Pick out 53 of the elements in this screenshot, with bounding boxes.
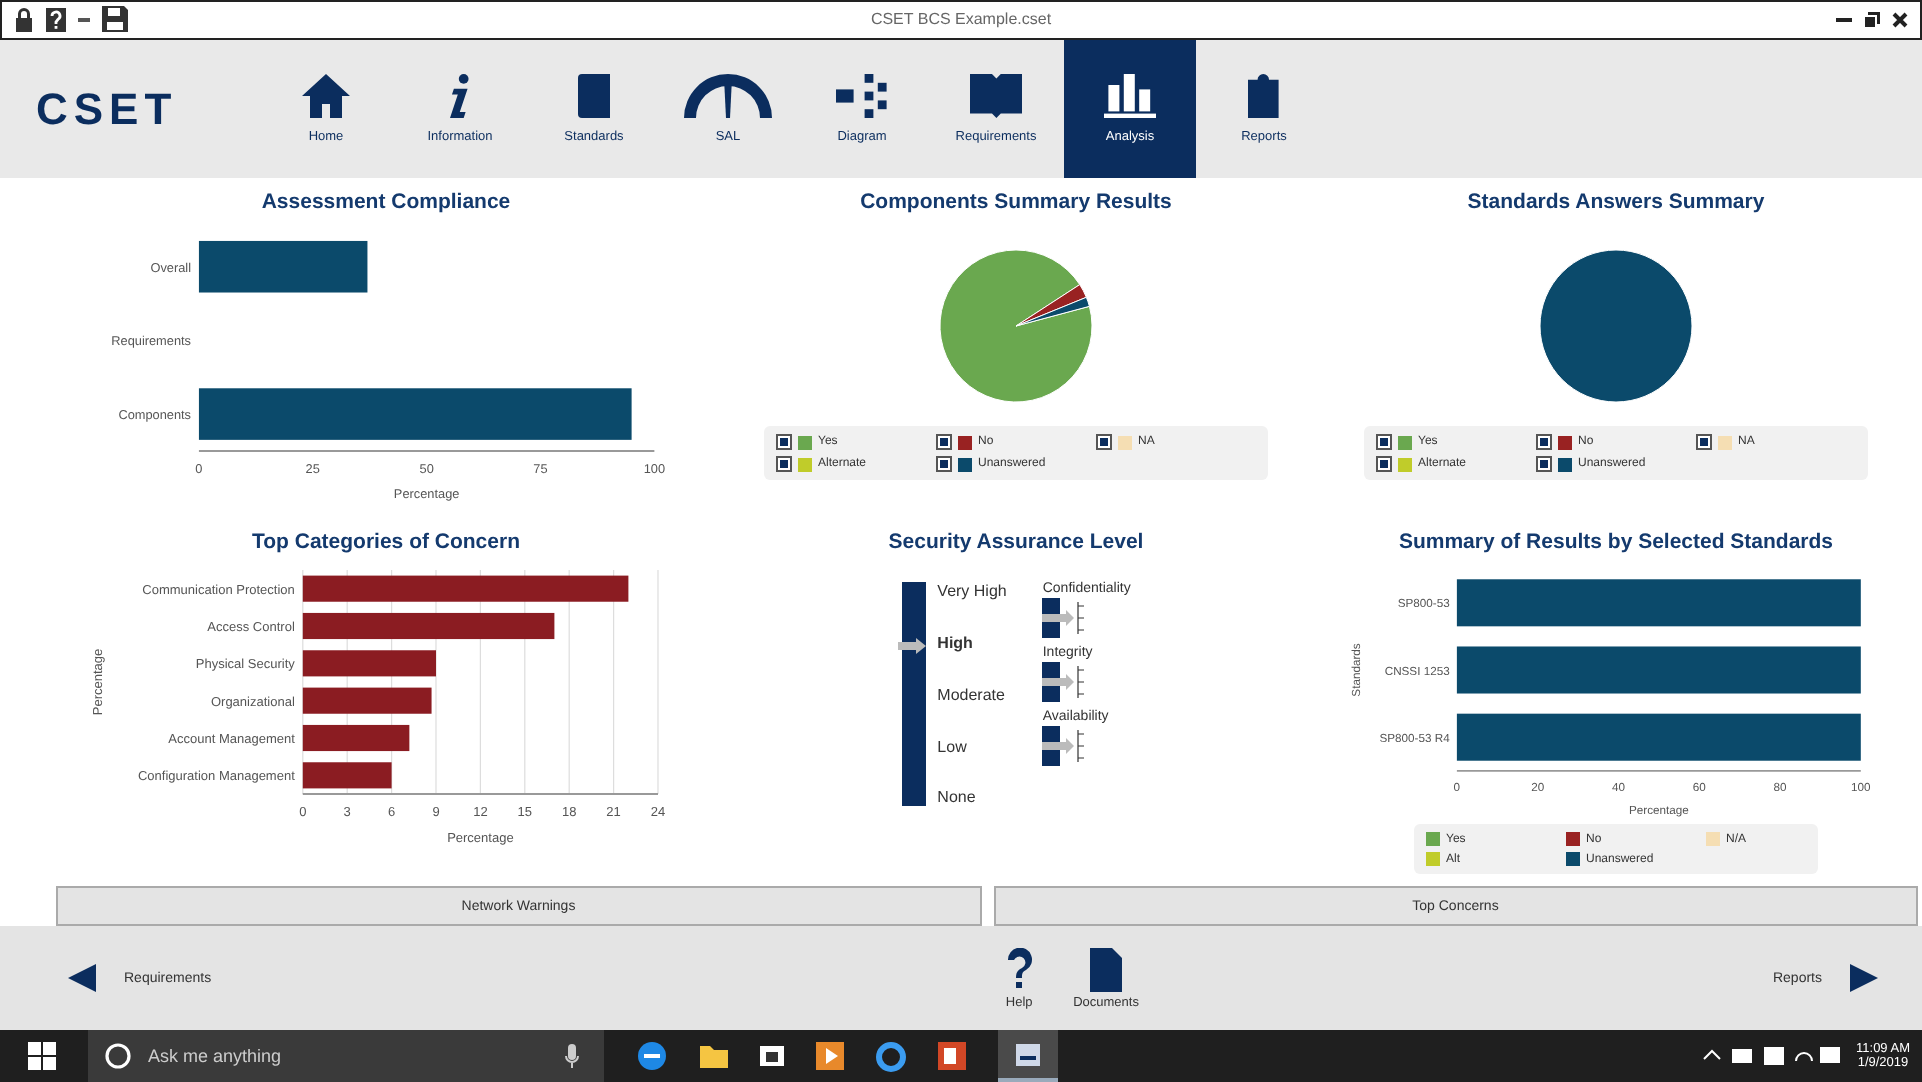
bar-chart-icon <box>1103 74 1157 119</box>
home-icon <box>302 74 350 119</box>
minimize-icon[interactable] <box>1835 17 1852 22</box>
folder-icon[interactable] <box>700 1045 728 1067</box>
search-field[interactable]: Ask me anything <box>88 1030 604 1082</box>
tray-icons-drawing[interactable] <box>1700 1046 1841 1066</box>
app-window-icon <box>1016 1043 1040 1065</box>
chart-title: Security Assurance Level <box>888 530 1144 555</box>
level-label: Very High <box>937 582 1007 601</box>
open-book-icon <box>969 74 1023 119</box>
bar <box>302 725 410 752</box>
chart-title: Summary of Results by Selected Standards <box>1398 530 1834 555</box>
mini-gauge-drawing <box>1042 726 1087 767</box>
level-label: None <box>937 788 976 807</box>
toggle-icon[interactable] <box>1096 434 1112 451</box>
save-icon[interactable] <box>102 6 128 33</box>
bar <box>302 688 432 715</box>
chart-title: Standards Answers Summary <box>1467 190 1765 215</box>
question-icon <box>1005 947 1034 992</box>
info-icon <box>450 74 470 119</box>
start-icon[interactable] <box>28 1042 56 1070</box>
bar <box>302 651 436 678</box>
media-icon[interactable] <box>816 1042 844 1070</box>
window-title: CSET BCS Example.cset <box>870 10 1052 29</box>
taskbar-app[interactable] <box>998 1030 1058 1082</box>
microphone-icon <box>564 1044 580 1068</box>
chart-title: Assessment Compliance <box>261 190 511 215</box>
document-icon <box>1090 947 1123 992</box>
level-label: High <box>937 634 973 653</box>
chart-title: Components Summary Results <box>860 190 1172 215</box>
lock-icon[interactable] <box>14 7 34 32</box>
next-arrow-icon <box>1850 964 1878 993</box>
level-label: Moderate <box>937 685 1005 704</box>
book-icon <box>578 74 610 119</box>
search-icon <box>104 1042 132 1070</box>
mini-gauge-drawing <box>1042 662 1087 703</box>
diagram-icon <box>836 74 888 119</box>
browser-icon[interactable] <box>636 1040 668 1072</box>
app-logo: CSET <box>36 83 180 136</box>
office-icon[interactable] <box>938 1042 966 1070</box>
bar <box>302 763 392 790</box>
dropdown-icon[interactable] <box>78 17 90 22</box>
help-icon[interactable] <box>46 7 66 32</box>
back-arrow-icon <box>68 964 96 993</box>
close-icon[interactable] <box>1891 11 1908 28</box>
level-label: Low <box>937 737 967 756</box>
mini-gauge-drawing <box>1042 598 1087 639</box>
gauge-icon <box>684 74 772 119</box>
browser-icon[interactable] <box>876 1041 906 1071</box>
chart-title: Top Categories of Concern <box>252 530 520 555</box>
restore-icon[interactable] <box>1863 11 1880 28</box>
clipboard-icon <box>1248 74 1280 119</box>
toggle-icon[interactable] <box>1696 434 1712 451</box>
